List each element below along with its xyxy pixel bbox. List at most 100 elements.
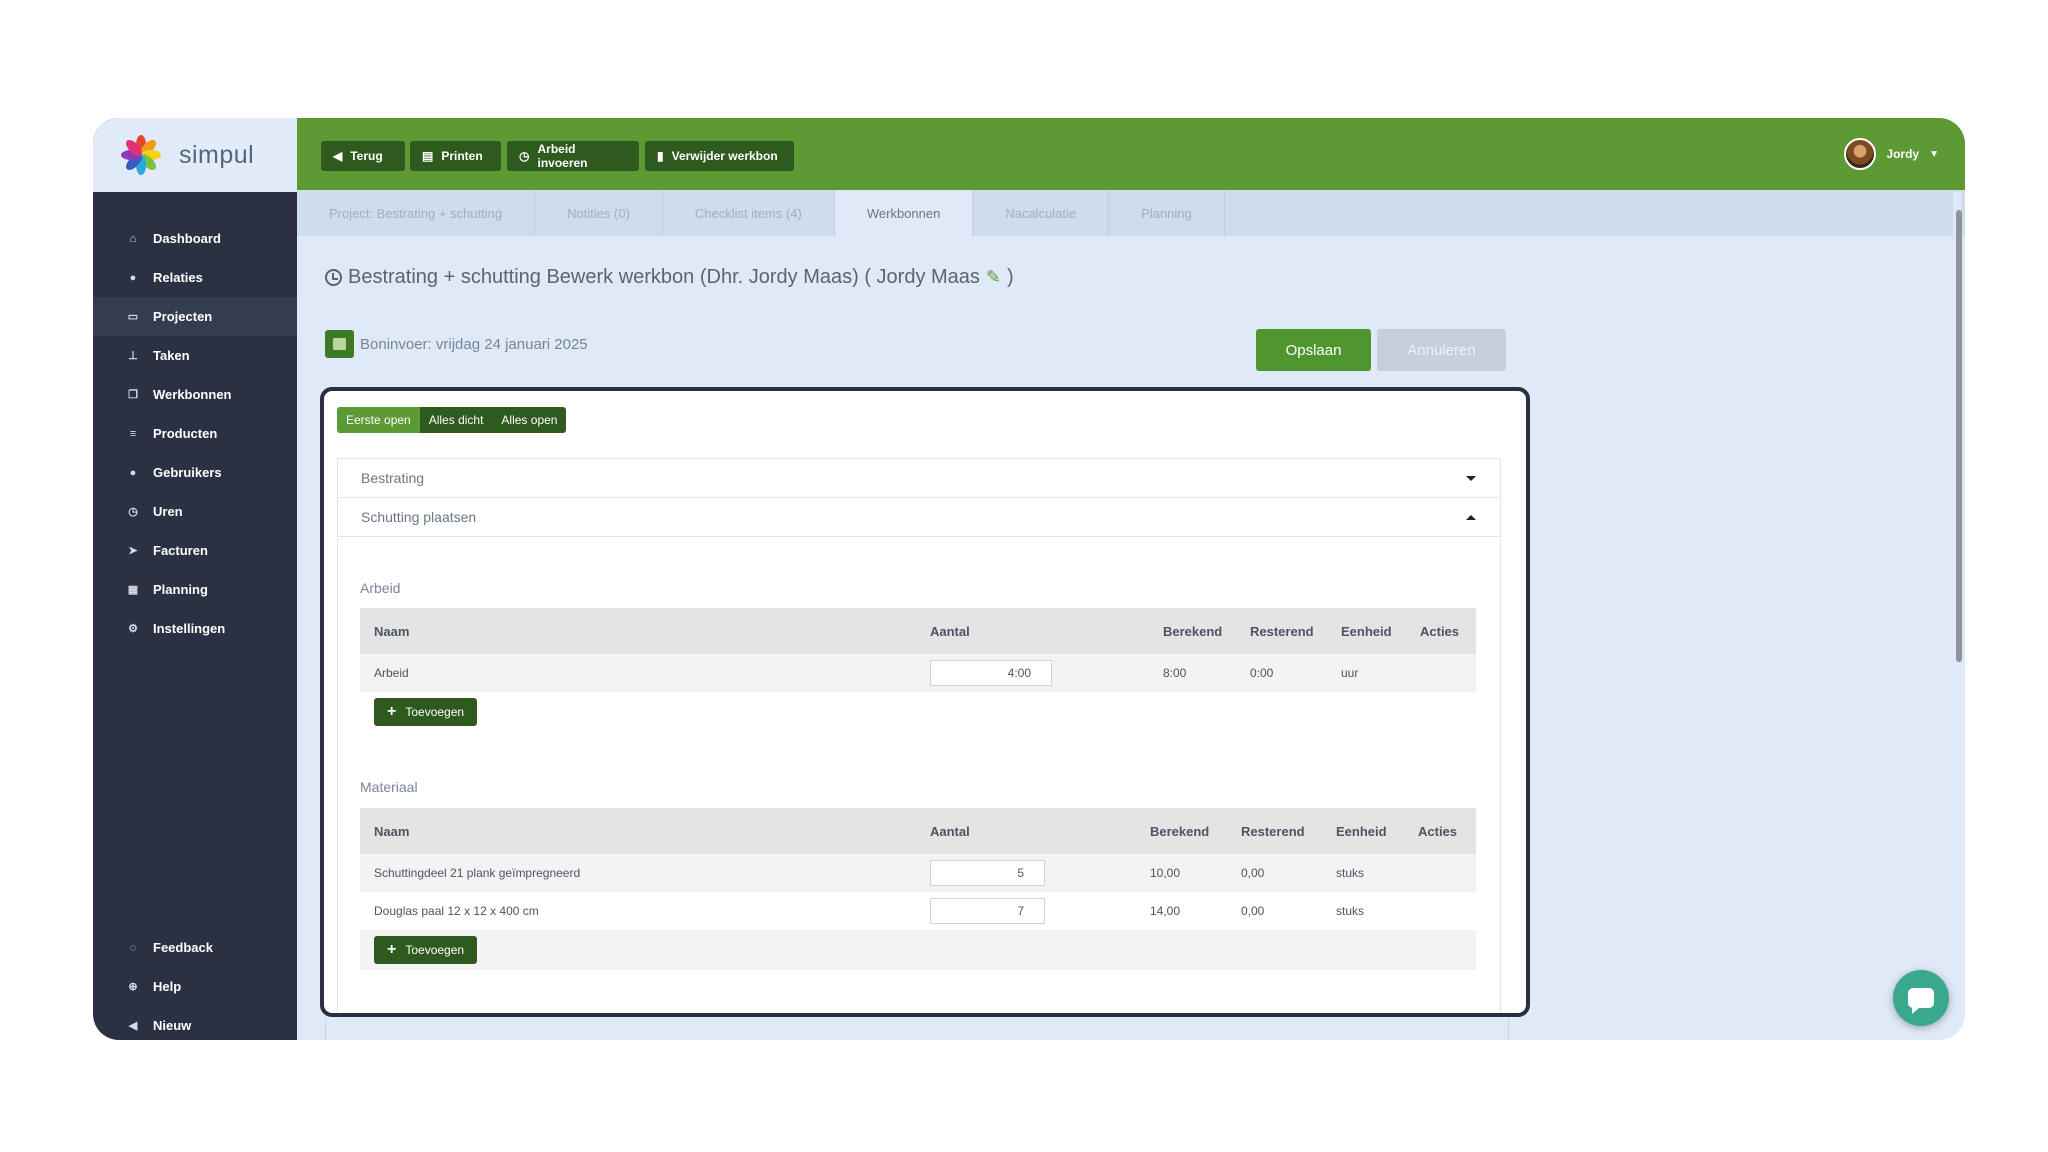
top-toolbar: ◀ Terug ▤ Printen ◷ Arbeid invoeren ▮ Verwij… [297,118,1965,190]
sidebar: simpul ⌂ Dashboard ● Relaties ▭ Projecten ⊥… [93,118,297,1040]
cell-eenheid: stuks [1336,904,1365,918]
send-icon: ➤ [128,545,138,557]
list-icon: ≡ [129,427,137,440]
delete-workorder-button-label: Verwijder werkbon [671,149,778,163]
sidebar-item-instellingen[interactable]: ⚙ Instellingen [93,609,297,648]
cell-berekend: 14,00 [1150,904,1181,918]
sidebar-item-relaties[interactable]: ● Relaties [93,258,297,297]
pin-icon: ⊥ [128,350,138,362]
cell-naam: Arbeid [374,666,409,680]
sidebar-item-label: Projecten [153,309,213,324]
cell-naam: Schuttingdeel 21 plank geïmpregneerd [374,866,581,880]
sidebar-item-uren[interactable]: ◷ Uren [93,492,297,531]
sidebar-item-label: Facturen [153,543,208,558]
tab-checklist[interactable]: Checklist items (4) [663,190,835,236]
delete-workorder-button[interactable]: ▮ Verwijder werkbon [645,141,794,171]
first-open-button[interactable]: Eerste open [337,407,420,433]
cell-resterend: 0,00 [1241,866,1265,880]
table-row: Douglas paal 12 x 12 x 400 cm 7 14,00 0,… [360,892,1476,930]
cell-berekend: 10,00 [1150,866,1181,880]
calendar-icon[interactable] [325,330,354,358]
table-footer: + Toevoegen [360,930,1476,970]
sidebar-item-label: Instellingen [153,621,226,636]
sidebar-item-gebruikers[interactable]: ● Gebruikers [93,453,297,492]
back-button[interactable]: ◀ Terug [321,141,405,171]
col-eenheid: Eenheid [1341,623,1392,639]
sidebar-item-label: Werkbonnen [153,387,232,402]
col-resterend: Resterend [1250,623,1314,639]
sidebar-item-help[interactable]: ⊕ Help [93,967,297,1006]
pencil-icon[interactable]: ✎ [986,267,1001,288]
accordion-panel-title: Bestrating [361,470,425,486]
workorder-card: Eerste open Alles dicht Alles open Bestr… [320,387,1530,1017]
all-open-button[interactable]: Alles open [492,407,567,433]
caret-down-icon [1466,476,1476,481]
print-button[interactable]: ▤ Printen [410,141,501,171]
sidebar-item-label: Nieuw [153,1018,192,1033]
all-closed-button[interactable]: Alles dicht [419,407,493,433]
labor-entry-button-label: Arbeid invoeren [537,142,588,170]
add-material-button[interactable]: + Toevoegen [374,936,478,964]
sidebar-item-label: Help [153,979,182,994]
user-menu[interactable]: Jordy ▼ [1844,138,1939,170]
col-berekend: Berekend [1150,823,1210,839]
accordion-controls: Eerste open Alles dicht Alles open [337,407,567,433]
cell-resterend: 0,00 [1241,904,1265,918]
labor-entry-button[interactable]: ◷ Arbeid invoeren [507,141,639,171]
chat-bubble-icon [1908,988,1934,1014]
caret-up-icon [1466,515,1476,520]
scrollbar-thumb[interactable] [1956,210,1962,662]
col-aantal: Aantal [930,823,970,839]
home-icon: ⌂ [129,232,137,245]
tab-notities[interactable]: Notities (0) [535,190,663,236]
sidebar-item-taken[interactable]: ⊥ Taken [93,336,297,375]
quantity-input[interactable]: 7 [930,898,1045,924]
sidebar-item-label: Uren [153,504,183,519]
quantity-input[interactable]: 4:00 [930,660,1052,686]
sidebar-item-projecten[interactable]: ▭ Projecten [93,297,297,336]
quantity-input[interactable]: 5 [930,860,1045,886]
page-title-close: ) [1007,266,1014,288]
arbeid-heading: Arbeid [360,580,401,596]
col-acties: Acties [1420,623,1460,639]
sidebar-item-feedback[interactable]: ◌ Feedback [93,928,297,967]
cell-naam: Douglas paal 12 x 12 x 400 cm [374,904,539,918]
tab-werkbonnen[interactable]: Werkbonnen [834,190,974,236]
page-title-text: Bestrating + schutting Bewerk werkbon (D… [348,266,980,288]
tab-project[interactable]: Project: Bestrating + schutting [297,190,536,236]
gear-icon: ⚙ [128,623,138,635]
sidebar-item-dashboard[interactable]: ⌂ Dashboard [93,219,297,258]
table-row: Schuttingdeel 21 plank geïmpregneerd 5 1… [360,854,1476,892]
clock-icon: ◷ [519,149,530,163]
col-resterend: Resterend [1241,823,1305,839]
sidebar-item-facturen[interactable]: ➤ Facturen [93,531,297,570]
sidebar-nav: ⌂ Dashboard ● Relaties ▭ Projecten ⊥ Taken ❐… [93,219,297,648]
cell-resterend: 0:00 [1250,666,1274,680]
plus-icon: + [387,941,397,958]
add-labor-button[interactable]: + Toevoegen [374,698,478,726]
sidebar-item-label: Dashboard [153,231,221,246]
sidebar-item-label: Producten [153,426,218,441]
cell-eenheid: stuks [1336,866,1365,880]
cell-berekend: 8:00 [1163,666,1187,680]
chat-button[interactable] [1893,970,1949,1026]
col-berekend: Berekend [1163,623,1223,639]
accordion-panel-schutting[interactable]: Schutting plaatsen [337,497,1501,537]
logo[interactable]: simpul [93,118,297,192]
tab-nacalculatie[interactable]: Nacalculatie [973,190,1110,236]
sidebar-item-producten[interactable]: ≡ Producten [93,414,297,453]
sidebar-item-nieuw[interactable]: ◀ Nieuw [93,1006,297,1040]
sidebar-item-planning[interactable]: ▦ Planning [93,570,297,609]
logo-flower-icon [119,133,163,177]
lifebuoy-icon: ⊕ [128,981,138,993]
tab-planning[interactable]: Planning [1109,190,1225,236]
cancel-button[interactable]: Annuleren [1377,329,1506,371]
save-button[interactable]: Opslaan [1256,329,1371,371]
col-naam: Naam [374,623,410,639]
chevron-down-icon: ▼ [1929,148,1939,160]
table-header: Naam Aantal Berekend Resterend Eenheid A… [360,608,1476,654]
accordion-panel-bestrating[interactable]: Bestrating [337,458,1501,498]
sidebar-item-werkbonnen[interactable]: ❐ Werkbonnen [93,375,297,414]
tab-bar: Project: Bestrating + schutting Notities… [297,190,1965,236]
clock-icon: ◷ [128,506,138,518]
